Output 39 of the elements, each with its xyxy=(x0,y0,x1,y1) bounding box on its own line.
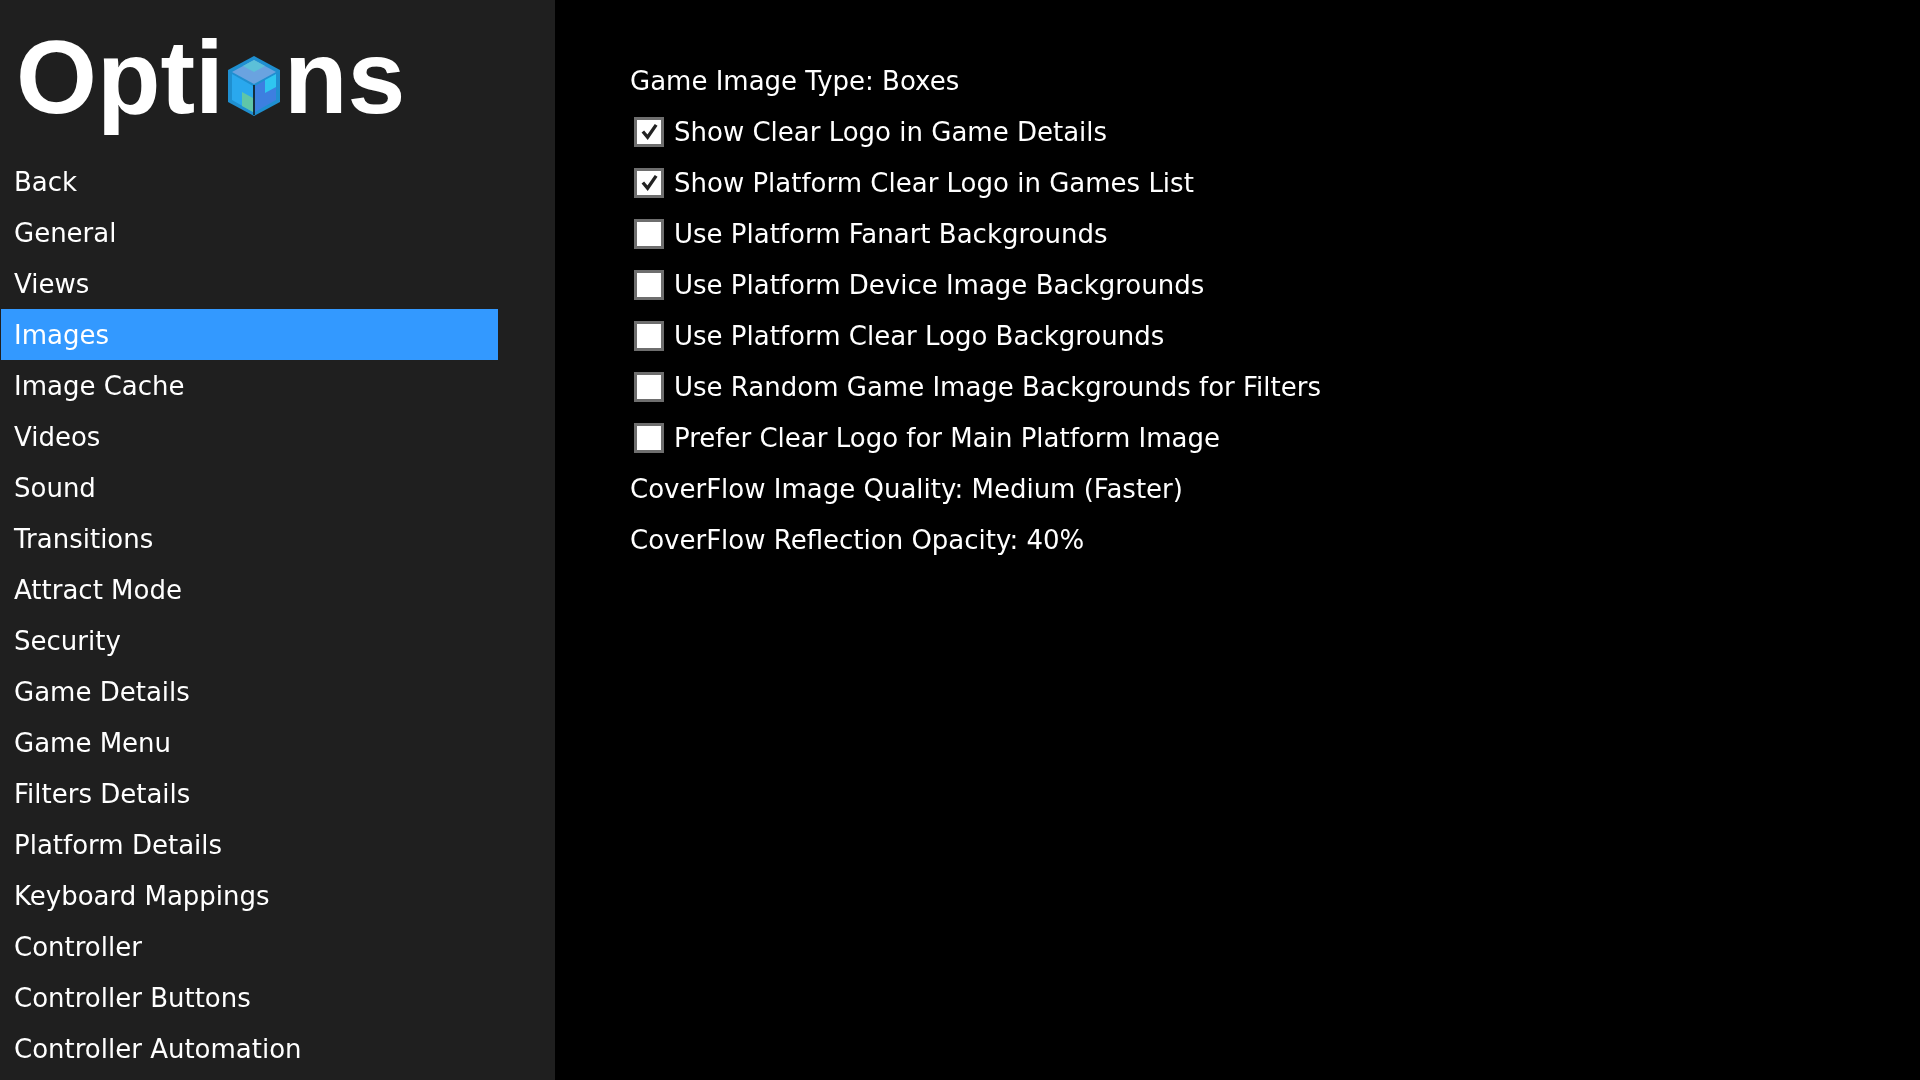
cube-logo-icon xyxy=(225,54,282,118)
menu-item[interactable]: Game Menu xyxy=(1,717,498,768)
menu-item[interactable]: Attract Mode xyxy=(1,564,498,615)
checkbox[interactable] xyxy=(634,269,664,300)
options-title: Opti xyxy=(16,18,224,137)
menu-item[interactable]: Image Cache xyxy=(1,360,498,411)
menu-item[interactable]: Platform Details xyxy=(1,819,498,870)
menu-item[interactable]: General xyxy=(1,207,498,258)
menu-item[interactable]: Controller xyxy=(1,921,498,972)
checkmark-icon xyxy=(639,173,659,192)
checkbox[interactable] xyxy=(634,422,664,453)
checkmark-icon xyxy=(639,122,659,141)
menu-item[interactable]: Videos xyxy=(1,411,498,462)
menu-item[interactable]: Game Details xyxy=(1,666,498,717)
checkbox[interactable] xyxy=(634,116,664,147)
menu-item[interactable]: Security xyxy=(1,615,498,666)
checkbox-label[interactable]: Use Platform Clear Logo Backgrounds xyxy=(674,320,1165,351)
setting-option[interactable]: Game Image Type: Boxes xyxy=(630,65,960,96)
checkbox-label[interactable]: Use Platform Fanart Backgrounds xyxy=(674,218,1108,249)
menu-item[interactable]: Controller Automation xyxy=(1,1023,498,1074)
checkbox-label[interactable]: Prefer Clear Logo for Main Platform Image xyxy=(674,422,1220,453)
menu-item[interactable]: Views xyxy=(1,258,498,309)
checkbox[interactable] xyxy=(634,371,664,402)
setting-option[interactable]: CoverFlow Image Quality: Medium (Faster) xyxy=(630,473,1183,504)
checkbox[interactable] xyxy=(634,167,664,198)
menu-item[interactable]: Filters Details xyxy=(1,768,498,819)
checkbox-label[interactable]: Show Clear Logo in Game Details xyxy=(674,116,1108,147)
checkbox[interactable] xyxy=(634,320,664,351)
checkbox-label[interactable]: Show Platform Clear Logo in Games List xyxy=(674,167,1194,198)
setting-option[interactable]: CoverFlow Reflection Opacity: 40% xyxy=(630,524,1085,555)
checkbox[interactable] xyxy=(634,218,664,249)
menu-item[interactable]: Controller Buttons xyxy=(1,972,498,1023)
checkbox-label[interactable]: Use Platform Device Image Backgrounds xyxy=(674,269,1205,300)
menu-item[interactable]: Keyboard Mappings xyxy=(1,870,498,921)
options-title: ns xyxy=(283,18,406,137)
menu-item[interactable]: Back xyxy=(1,156,498,207)
menu-item[interactable]: Transitions xyxy=(1,513,498,564)
menu-item[interactable]: Sound xyxy=(1,462,498,513)
checkbox-label[interactable]: Use Random Game Image Backgrounds for Filters xyxy=(674,371,1321,402)
